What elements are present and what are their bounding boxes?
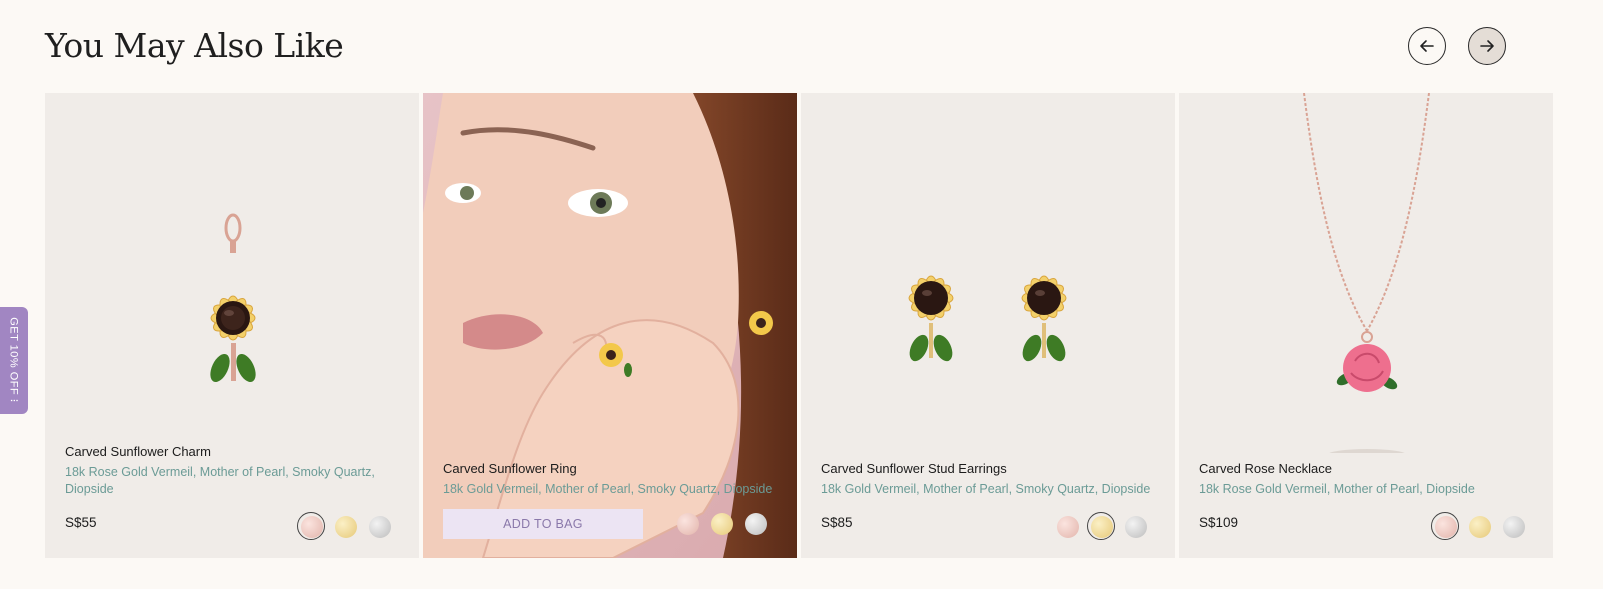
product-image[interactable] <box>801 93 1175 423</box>
carousel-next-button[interactable] <box>1468 27 1506 65</box>
swatch-rose-gold[interactable] <box>1057 516 1079 538</box>
section-title: You May Also Like <box>45 26 344 65</box>
product-name[interactable]: Carved Sunflower Stud Earrings <box>821 461 1007 476</box>
promo-label: GET 10% OFF ⁝ <box>7 317 20 403</box>
swatch-rose-gold[interactable] <box>297 512 325 540</box>
carousel-prev-button[interactable] <box>1408 27 1446 65</box>
product-image[interactable] <box>1179 93 1553 453</box>
product-card[interactable]: Carved Sunflower Stud Earrings 18k Gold … <box>801 93 1175 558</box>
product-card[interactable]: Carved Sunflower Ring 18k Gold Vermeil, … <box>423 93 797 558</box>
arrow-right-icon <box>1480 40 1494 52</box>
product-price: S$85 <box>821 515 853 530</box>
product-materials: 18k Gold Vermeil, Mother of Pearl, Smoky… <box>443 482 773 496</box>
product-image[interactable] <box>45 93 419 423</box>
product-card[interactable]: Carved Rose Necklace 18k Rose Gold Verme… <box>1179 93 1553 558</box>
swatch-rose-gold[interactable] <box>1431 512 1459 540</box>
product-price: S$55 <box>65 515 97 530</box>
swatch-gold[interactable] <box>1087 512 1115 540</box>
arrow-left-icon <box>1420 40 1434 52</box>
page-edge <box>1597 0 1603 589</box>
product-materials: 18k Gold Vermeil, Mother of Pearl, Smoky… <box>821 482 1151 496</box>
product-price: S$109 <box>1199 515 1239 530</box>
product-materials: 18k Rose Gold Vermeil, Mother of Pearl, … <box>1199 482 1475 496</box>
swatch-gold[interactable] <box>711 513 733 535</box>
product-name[interactable]: Carved Sunflower Ring <box>443 461 577 476</box>
swatch-silver[interactable] <box>745 513 767 535</box>
swatch-gold[interactable] <box>335 516 357 538</box>
swatch-silver[interactable] <box>1125 516 1147 538</box>
swatch-rose-gold[interactable] <box>677 513 699 535</box>
swatch-silver[interactable] <box>1503 516 1525 538</box>
product-materials: 18k Rose Gold Vermeil, Mother of Pearl, … <box>65 465 375 496</box>
product-name[interactable]: Carved Sunflower Charm <box>65 444 211 459</box>
swatch-gold[interactable] <box>1469 516 1491 538</box>
product-card[interactable]: Carved Sunflower Charm 18k Rose Gold Ver… <box>45 93 419 558</box>
swatch-silver[interactable] <box>369 516 391 538</box>
discount-promo-tab[interactable]: GET 10% OFF ⁝ <box>0 307 28 414</box>
add-to-bag-button[interactable]: ADD TO BAG <box>443 509 643 539</box>
product-name[interactable]: Carved Rose Necklace <box>1199 461 1332 476</box>
